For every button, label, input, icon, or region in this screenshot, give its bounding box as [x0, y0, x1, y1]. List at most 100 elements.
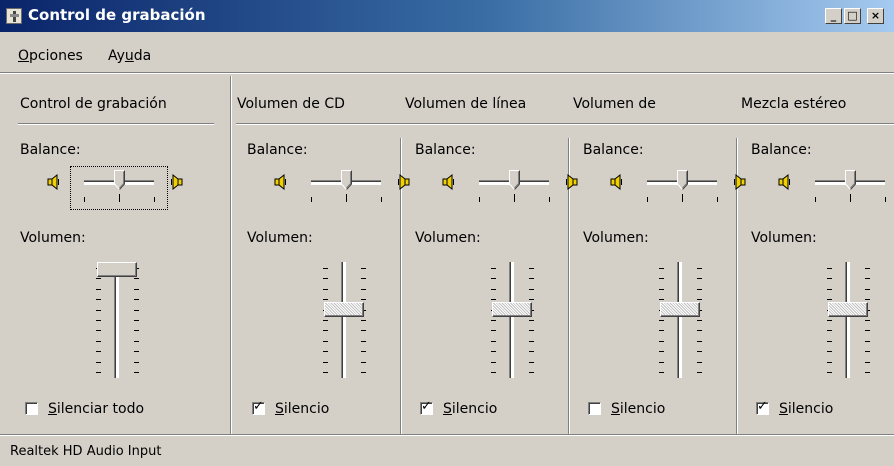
mute-checkbox-label[interactable]: Silencio — [611, 401, 665, 417]
volume-tick — [491, 288, 496, 290]
balance-tick — [84, 197, 85, 202]
balance-tick — [119, 194, 120, 202]
speaker-left-icon — [46, 173, 62, 191]
volume-tick — [865, 288, 870, 290]
volume-slider-thumb[interactable] — [97, 262, 137, 277]
volume-tick — [529, 351, 534, 353]
close-button[interactable]: × — [867, 8, 884, 24]
volume-tick — [865, 340, 870, 342]
volume-tick — [827, 372, 832, 373]
volume-tick — [323, 268, 328, 269]
volume-tick — [361, 320, 366, 321]
volume-tick — [96, 372, 101, 373]
balance-slider-thumb[interactable] — [114, 170, 125, 191]
volume-tick — [323, 361, 328, 363]
volume-slider-track[interactable] — [677, 262, 682, 378]
volume-tick — [134, 361, 139, 363]
volume-tick — [827, 288, 832, 290]
volume-tick — [323, 320, 328, 321]
volume-slider-thumb[interactable] — [324, 302, 364, 318]
maximize-button[interactable]: □ — [844, 8, 861, 24]
channel-title-cd: Volumen de CD — [237, 96, 345, 112]
volume-tick — [323, 278, 328, 280]
volume-tick — [529, 361, 534, 363]
mute-checkbox[interactable]: ✓ — [252, 400, 265, 415]
volume-tick — [491, 268, 496, 269]
mute-checkbox-label[interactable]: Silencio — [275, 401, 329, 417]
title-underline — [18, 123, 214, 125]
volume-tick — [865, 320, 870, 321]
mute-checkbox-label[interactable]: Silenciar todo — [48, 401, 144, 417]
volume-tick — [361, 361, 366, 363]
volume-tick — [865, 372, 870, 373]
title-underline — [236, 123, 894, 125]
volume-tick — [491, 340, 496, 342]
speaker-left-icon — [273, 173, 289, 191]
volume-tick — [659, 320, 664, 321]
balance-tick — [717, 197, 718, 202]
volume-tick — [361, 278, 366, 280]
channel-title-line: Volumen de línea — [405, 96, 527, 112]
balance-label: Balance: — [751, 142, 812, 158]
volume-tick — [96, 309, 101, 311]
volume-tick — [697, 299, 702, 301]
volume-label: Volumen: — [583, 230, 649, 246]
volume-tick — [491, 361, 496, 363]
volume-tick — [865, 299, 870, 301]
title-bar[interactable]: Control de grabación _ □ × — [0, 0, 894, 32]
mute-checkbox-label[interactable]: Silencio — [443, 401, 497, 417]
balance-slider-thumb[interactable] — [677, 170, 688, 191]
balance-tick — [549, 197, 550, 202]
volume-tick — [491, 351, 496, 353]
volume-tick — [96, 288, 101, 290]
balance-tick — [850, 194, 851, 202]
balance-tick — [154, 197, 155, 202]
menu-opciones[interactable]: Opciones — [18, 48, 83, 64]
balance-label: Balance: — [415, 142, 476, 158]
volume-slider-track[interactable] — [509, 262, 514, 378]
balance-slider-thumb[interactable] — [509, 170, 520, 191]
volume-tick — [529, 340, 534, 342]
volume-tick — [323, 288, 328, 290]
volume-slider-track[interactable] — [341, 262, 346, 378]
mute-checkbox-label[interactable]: Silencio — [779, 401, 833, 417]
volume-tick — [827, 268, 832, 269]
balance-slider-thumb[interactable] — [845, 170, 856, 191]
app-icon — [6, 8, 22, 24]
mute-checkbox[interactable] — [588, 402, 601, 415]
volume-tick — [697, 288, 702, 290]
volume-tick — [697, 340, 702, 342]
balance-label: Balance: — [20, 142, 81, 158]
speaker-left-icon — [777, 173, 793, 191]
balance-tick — [514, 194, 515, 202]
status-bar: Realtek HD Audio Input — [0, 436, 894, 466]
volume-tick — [491, 330, 496, 332]
volume-tick — [865, 361, 870, 363]
balance-slider-thumb[interactable] — [341, 170, 352, 191]
volume-tick — [827, 330, 832, 332]
balance-tick — [815, 197, 816, 202]
mute-checkbox[interactable]: ✓ — [420, 399, 433, 415]
checkmark-icon: ✓ — [421, 399, 432, 414]
mute-checkbox[interactable]: ✓ — [756, 400, 769, 415]
volume-tick — [134, 278, 139, 280]
volume-tick — [697, 372, 702, 373]
volume-slider-thumb[interactable] — [492, 302, 532, 318]
volume-tick — [697, 320, 702, 321]
volume-tick — [361, 340, 366, 342]
volume-tick — [865, 278, 870, 280]
volume-tick — [827, 278, 832, 280]
minimize-button[interactable]: _ — [825, 8, 842, 24]
volume-tick — [659, 330, 664, 332]
volume-tick — [134, 299, 139, 301]
speaker-left-icon — [609, 173, 625, 191]
balance-tick — [479, 197, 480, 202]
volume-slider-thumb[interactable] — [828, 302, 868, 318]
volume-tick — [659, 340, 664, 342]
volume-slider-track[interactable] — [845, 262, 850, 378]
menu-ayuda[interactable]: Ayuda — [108, 48, 151, 64]
volume-slider-thumb[interactable] — [660, 302, 700, 318]
balance-label: Balance: — [583, 142, 644, 158]
volume-slider-track[interactable] — [114, 262, 119, 378]
mute-checkbox[interactable] — [25, 402, 38, 415]
